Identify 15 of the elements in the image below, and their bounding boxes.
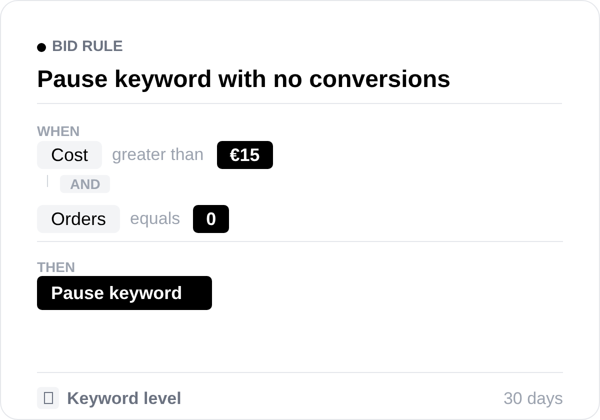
connector-label: AND <box>60 175 110 193</box>
scope-label: Keyword level <box>67 388 182 410</box>
time-window: 30 days <box>503 386 563 411</box>
section-label: THEN <box>37 259 76 275</box>
value-chip[interactable]: €15 <box>216 141 273 169</box>
field-chip[interactable]: Orders <box>37 205 120 233</box>
operator-text: equals <box>130 208 180 230</box>
section-label: WHEN <box>37 123 81 139</box>
action-button[interactable]: Pause keyword <box>37 276 212 310</box>
operator-text: greater than <box>112 144 204 166</box>
rule-title: Pause keyword with no conversions <box>37 65 452 95</box>
value-chip[interactable]: 0 <box>193 205 230 233</box>
field-chip[interactable]: Cost <box>37 141 102 169</box>
rule-type-label: BID RULE <box>52 38 123 56</box>
scope-icon <box>37 387 59 410</box>
